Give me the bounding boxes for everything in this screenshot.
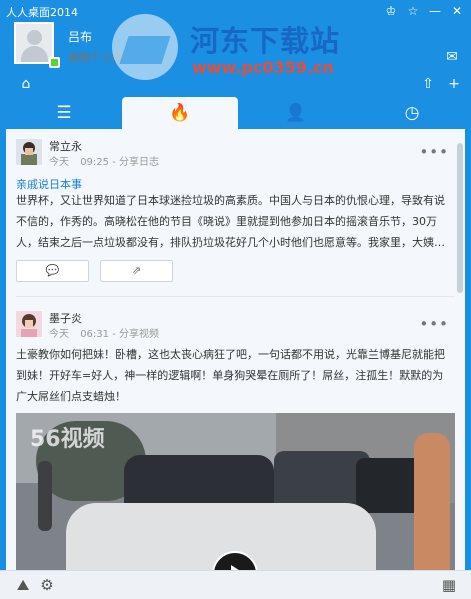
tab-feed[interactable]: 🔥 xyxy=(122,97,238,129)
divider xyxy=(16,296,455,297)
comment-icon: 💬 xyxy=(45,264,60,277)
message-icon[interactable]: ✉ xyxy=(442,47,462,67)
post-day: 今天 xyxy=(49,329,69,340)
avatar-body xyxy=(21,46,48,62)
grid-icon[interactable]: ▦ xyxy=(440,576,458,594)
user-name[interactable]: 吕布 xyxy=(68,28,92,45)
header: 人人桌面2014 ♔ ☆ — ✕ 吕布 河东下载站 www.pc0359.cn … xyxy=(0,0,471,97)
video-logo: 56视频 xyxy=(30,427,105,452)
online-status-icon[interactable] xyxy=(49,57,60,68)
post-action: 分享日志 xyxy=(119,157,159,168)
post-author[interactable]: 常立永 xyxy=(49,138,82,154)
more-button[interactable]: ••• xyxy=(419,143,449,161)
skin-icon[interactable]: ♔ xyxy=(381,2,401,20)
post-meta: 今天 06:31 - 分享视频 xyxy=(49,329,159,340)
video-woman xyxy=(414,433,450,570)
more-button[interactable]: ••• xyxy=(419,315,449,333)
news-feed[interactable]: 常立永 今天 09:25 - 分享日志 ••• 亲戚说日本事 世界杯，又让世界知… xyxy=(6,129,465,570)
author-avatar[interactable] xyxy=(16,139,42,165)
tab-recent[interactable]: ◷ xyxy=(354,97,470,129)
watermark-logo xyxy=(112,14,178,80)
settings-icon[interactable]: ⚙ xyxy=(38,576,56,594)
avatar[interactable] xyxy=(14,22,54,64)
share-icon: ⇗ xyxy=(131,264,142,277)
post-text: 土豪教你如何把妹！卧槽，这也太丧心病狂了吧，一句话都不用说，光靠兰博基尼就能把到… xyxy=(16,348,445,403)
video-player[interactable]: 56视频 xyxy=(16,413,455,570)
comment-button[interactable]: 💬 xyxy=(16,260,89,282)
scrollbar[interactable] xyxy=(457,143,463,293)
share-button[interactable]: ⇗ xyxy=(100,260,173,282)
favorite-icon[interactable]: ☆ xyxy=(403,2,423,20)
post-day: 今天 xyxy=(49,157,69,168)
minimize-button[interactable]: — xyxy=(425,2,445,20)
post-action: 分享视频 xyxy=(119,329,159,340)
app-title: 人人桌面2014 xyxy=(6,6,78,19)
tab-menu[interactable]: ☰ xyxy=(6,97,122,129)
nav-tabs: ☰ 🔥 👤 ◷ xyxy=(0,97,471,129)
upload-icon[interactable]: ⇧ xyxy=(418,74,438,94)
post-time: 06:31 xyxy=(80,329,110,340)
add-icon[interactable]: + xyxy=(444,74,464,94)
close-button[interactable]: ✕ xyxy=(447,2,467,20)
window-controls: ♔ ☆ — ✕ xyxy=(381,2,467,20)
bottom-toolbar: ⛰ ⚙ ▦ xyxy=(0,570,471,599)
post-author[interactable]: 墨子炎 xyxy=(49,310,82,326)
tab-friends[interactable]: 👤 xyxy=(238,97,354,129)
apps-icon[interactable]: ⛰ xyxy=(14,576,32,594)
video-person xyxy=(38,461,52,531)
home-icon[interactable]: ⌂ xyxy=(16,74,36,94)
avatar-head xyxy=(27,30,42,45)
author-avatar[interactable] xyxy=(16,311,42,337)
post-text: 世界杯，又让世界知道了日本球迷捡垃圾的高素质。中国人与日本的仇恨心理，导致有说不… xyxy=(16,194,445,249)
watermark-url: www.pc0359.cn xyxy=(192,58,334,77)
post-meta: 今天 09:25 - 分享日志 xyxy=(49,157,159,168)
post-time: 09:25 xyxy=(80,157,110,168)
watermark-title: 河东下载站 xyxy=(190,24,341,58)
